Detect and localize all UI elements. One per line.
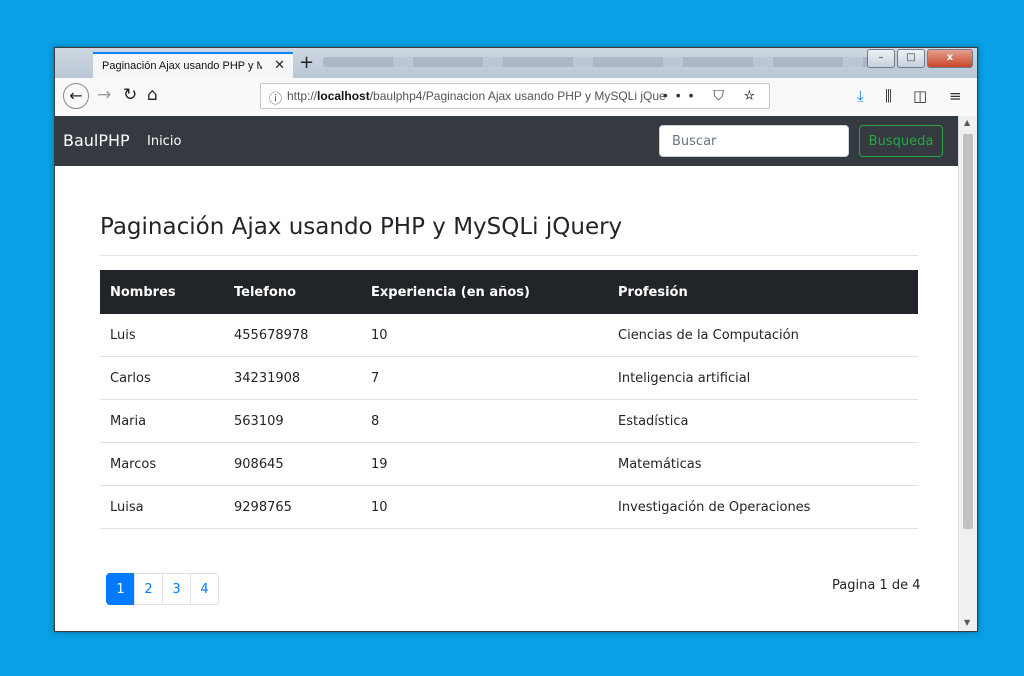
scroll-down-icon[interactable]: ▼ [964, 618, 970, 627]
browser-tab[interactable]: Paginación Ajax usando PHP y MyS ✕ [93, 52, 293, 78]
table-cell: Maria [100, 399, 224, 443]
search-button[interactable]: Busqueda [859, 125, 943, 157]
maximize-button[interactable]: □ [897, 49, 925, 68]
divider [100, 255, 918, 256]
table-row: Maria 563109 8 Estadística [100, 399, 918, 443]
table-cell: 9298765 [224, 485, 361, 529]
column-header: Telefono [224, 270, 361, 314]
table-cell: Luis [100, 314, 224, 357]
table-cell: Luisa [100, 485, 224, 529]
search-input[interactable] [659, 125, 849, 157]
browser-window: Paginación Ajax usando PHP y MyS ✕ + – □… [54, 47, 978, 632]
table-cell: 8 [361, 399, 608, 443]
table-cell: 455678978 [224, 314, 361, 357]
table-cell: 563109 [224, 399, 361, 443]
info-icon[interactable]: ⓘ [269, 88, 282, 107]
table-row: Carlos 34231908 7 Inteligencia artificia… [100, 356, 918, 400]
column-header: Experiencia (en años) [361, 270, 608, 314]
table-cell: Estadística [608, 399, 918, 443]
table-cell: Matemáticas [608, 442, 918, 486]
page-title: Paginación Ajax usando PHP y MySQLi jQue… [100, 214, 623, 240]
blurred-tabs [323, 57, 883, 67]
scroll-up-icon[interactable]: ▲ [964, 118, 970, 127]
home-icon[interactable]: ⌂ [147, 85, 158, 105]
back-arrow-icon[interactable]: ← [63, 83, 89, 109]
table-cell: 908645 [224, 442, 361, 486]
url-text[interactable]: http://localhost/baulphp4/Paginacion Aja… [287, 89, 672, 103]
column-header: Nombres [100, 270, 224, 314]
table-row: Luis 455678978 10 Ciencias de la Computa… [100, 314, 918, 357]
table-row: Luisa 9298765 10 Investigación de Operac… [100, 485, 918, 529]
url-bar[interactable]: ⓘ http://localhost/baulphp4/Paginacion A… [260, 83, 770, 109]
pagination: 1 2 3 4 [106, 573, 219, 605]
navbar-brand[interactable]: BaulPHP [63, 131, 130, 150]
page-info: Pagina 1 de 4 [832, 578, 921, 593]
table-cell: 19 [361, 442, 608, 486]
reload-icon[interactable]: ↻ [123, 85, 137, 105]
close-window-button[interactable]: x [927, 49, 973, 68]
column-header: Profesión [608, 270, 918, 314]
tab-bar: Paginación Ajax usando PHP y MyS ✕ + – □… [55, 48, 977, 78]
page-actions-icons[interactable]: ••• ⛉ ☆ [663, 87, 763, 104]
table-cell: Carlos [100, 356, 224, 400]
minimize-button[interactable]: – [867, 49, 895, 68]
sidebar-icon[interactable]: ◫ [913, 87, 927, 105]
table-row: Marcos 908645 19 Matemáticas [100, 442, 918, 486]
table-cell: Inteligencia artificial [608, 356, 918, 400]
close-tab-icon[interactable]: ✕ [274, 58, 285, 73]
data-table: Nombres Telefono Experiencia (en años) P… [100, 270, 918, 529]
page-link-1[interactable]: 1 [106, 573, 135, 605]
table-header-row: Nombres Telefono Experiencia (en años) P… [100, 270, 918, 314]
page-link-2[interactable]: 2 [134, 573, 163, 605]
scroll-thumb[interactable] [963, 134, 973, 529]
download-icon[interactable]: ⤓ [857, 87, 864, 105]
table-cell: Ciencias de la Computación [608, 314, 918, 357]
site-navbar: BaulPHP Inicio Busqueda [55, 116, 958, 166]
library-icon[interactable]: ⫼ [885, 87, 892, 105]
page-link-4[interactable]: 4 [190, 573, 219, 605]
page-link-3[interactable]: 3 [162, 573, 191, 605]
table-cell: 34231908 [224, 356, 361, 400]
table-cell: 7 [361, 356, 608, 400]
tab-title: Paginación Ajax usando PHP y MyS [102, 60, 262, 72]
page-viewport: BaulPHP Inicio Busqueda Paginación Ajax … [55, 116, 958, 631]
table-cell: 10 [361, 485, 608, 529]
table-cell: Marcos [100, 442, 224, 486]
new-tab-icon[interactable]: + [299, 52, 314, 73]
table-cell: 10 [361, 314, 608, 357]
forward-arrow-icon[interactable]: → [97, 85, 111, 105]
nav-link-inicio[interactable]: Inicio [147, 134, 181, 149]
scrollbar[interactable]: ▲ ▼ [958, 116, 977, 631]
window-controls: – □ x [865, 49, 973, 68]
nav-toolbar: ← → ↻ ⌂ ⓘ http://localhost/baulphp4/Pagi… [55, 78, 977, 117]
menu-icon[interactable]: ≡ [949, 87, 962, 105]
table-cell: Investigación de Operaciones [608, 485, 918, 529]
